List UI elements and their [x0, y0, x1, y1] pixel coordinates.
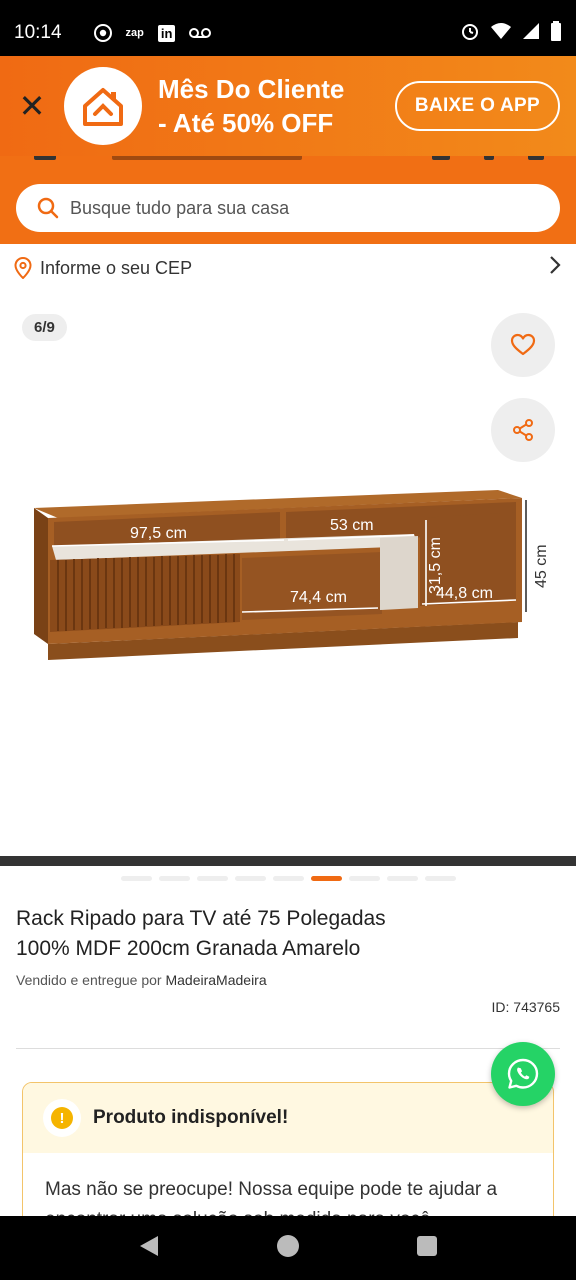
system-nav-bar [0, 1216, 576, 1280]
chrome-icon [93, 24, 112, 42]
status-left: 10:14 zap in [14, 22, 212, 44]
search-icon [37, 197, 59, 219]
pagination-dot[interactable] [196, 876, 228, 881]
favorite-button[interactable] [491, 313, 555, 377]
seller-name[interactable]: MadeiraMadeira [165, 972, 266, 988]
image-counter: 6/9 [22, 314, 67, 341]
linkedin-icon: in [157, 24, 176, 42]
share-button[interactable] [491, 398, 555, 462]
close-icon[interactable]: ✕ [0, 87, 64, 125]
promo-line-1: Mês Do Cliente [158, 74, 345, 104]
hidden-header-edge [0, 156, 576, 164]
signal-icon [522, 22, 540, 45]
seller-prefix: Vendido e entregue por [16, 972, 166, 988]
status-right [460, 20, 562, 46]
home-icon[interactable] [276, 1234, 300, 1263]
alarm-icon [460, 21, 480, 46]
promo-text: Mês Do Cliente - Até 50% OFF [158, 72, 378, 140]
pagination-dot[interactable] [272, 876, 304, 881]
pagination-dot[interactable] [424, 876, 456, 881]
dim-depth: 44,8 cm [436, 585, 493, 602]
dim-left-width: 97,5 cm [130, 525, 187, 542]
seller-info: Vendido e entregue por MadeiraMadeira [16, 972, 267, 988]
product-title-line-2: 100% MDF 200cm Granada Amarelo [16, 937, 361, 960]
status-time: 10:14 [14, 22, 62, 43]
alert-title: Produto indisponível! [93, 1107, 289, 1128]
whatsapp-icon [507, 1058, 539, 1089]
gallery-pagination[interactable] [0, 876, 576, 881]
screen: 10:14 zap in ✕ Mês Do Cliente - Até 50% … [0, 0, 576, 1280]
product-id: ID: 743765 [491, 999, 561, 1015]
download-app-button[interactable]: BAIXE O APP [394, 81, 560, 131]
product-gallery[interactable]: 6/9 97,5 cm 53 cm 74,4 cm 31,5 cm 44,8 c… [0, 292, 576, 856]
alert-header: ! Produto indisponível! [23, 1083, 553, 1153]
voicemail-icon [189, 27, 212, 39]
pagination-dot[interactable] [120, 876, 152, 881]
divider [16, 1048, 560, 1049]
pagination-dot[interactable] [158, 876, 190, 881]
pagination-dot[interactable] [386, 876, 418, 881]
warning-icon: ! [43, 1099, 81, 1137]
share-icon [513, 419, 533, 441]
recents-icon[interactable] [416, 1235, 438, 1262]
product-title: Rack Ripado para TV até 75 Polegadas 100… [16, 904, 536, 964]
location-pin-icon [14, 257, 32, 279]
product-title-line-1: Rack Ripado para TV até 75 Polegadas [16, 907, 386, 930]
heart-icon [510, 333, 536, 356]
battery-icon [550, 20, 562, 46]
pagination-dot[interactable] [234, 876, 266, 881]
promo-line-2: - Até 50% OFF [158, 108, 334, 138]
dim-right-width: 53 cm [330, 517, 374, 534]
dim-total-height: 45 cm [533, 544, 550, 588]
chevron-right-icon [548, 254, 562, 283]
app-promo-banner: ✕ Mês Do Cliente - Até 50% OFF BAIXE O A… [0, 56, 576, 156]
search-input[interactable]: Busque tudo para sua casa [16, 184, 560, 232]
search-placeholder: Busque tudo para sua casa [70, 197, 290, 218]
zap-icon: zap [125, 27, 144, 39]
whatsapp-button[interactable] [491, 1042, 555, 1106]
product-image[interactable]: 97,5 cm 53 cm 74,4 cm 31,5 cm 44,8 cm 45… [28, 482, 558, 672]
gallery-divider [0, 856, 576, 866]
cep-selector[interactable]: Informe o seu CEP [0, 244, 576, 292]
back-icon[interactable] [138, 1234, 160, 1263]
dim-inner-width: 74,4 cm [290, 589, 347, 606]
wifi-icon [490, 22, 512, 45]
site-header: Busque tudo para sua casa [0, 156, 576, 244]
pagination-dot-active[interactable] [310, 876, 342, 881]
cep-label: Informe o seu CEP [40, 257, 193, 278]
madeiramadeira-logo [64, 67, 142, 145]
pagination-dot[interactable] [348, 876, 380, 881]
